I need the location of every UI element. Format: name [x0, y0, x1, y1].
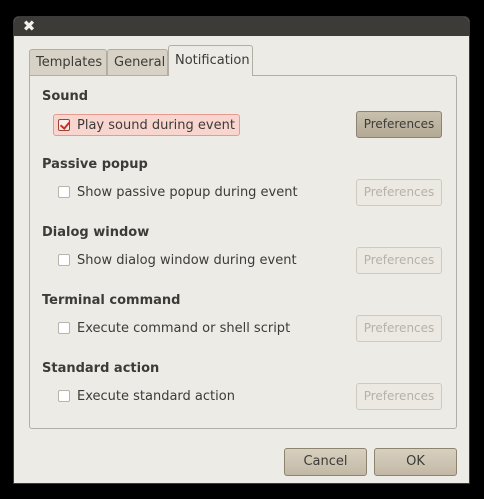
dialog-window-checkbox-row[interactable]: Show dialog window during event [58, 250, 297, 270]
terminal-command-checkbox-row[interactable]: Execute command or shell script [58, 318, 290, 338]
sound-preferences-button[interactable]: Preferences [356, 111, 442, 138]
standard-action-checkbox[interactable] [58, 390, 70, 402]
notification-dialog-window: ✖ Templates General Notification Sound P… [13, 16, 470, 484]
dialog-window-preferences-button[interactable]: Preferences [356, 247, 442, 274]
close-icon[interactable]: ✖ [21, 18, 37, 34]
dialog-window-label: Show dialog window during event [77, 252, 297, 268]
notification-panel: Sound Play sound during event Preference… [29, 75, 457, 429]
section-title-passive-popup: Passive popup [42, 157, 148, 172]
passive-popup-checkbox-row[interactable]: Show passive popup during event [58, 182, 298, 202]
tab-templates[interactable]: Templates [29, 49, 107, 75]
play-sound-checkbox[interactable] [58, 119, 70, 131]
terminal-command-label: Execute command or shell script [77, 320, 291, 336]
tab-notification[interactable]: Notification [168, 45, 253, 76]
passive-popup-label: Show passive popup during event [77, 184, 298, 200]
standard-action-label: Execute standard action [77, 388, 235, 404]
section-title-sound: Sound [42, 89, 89, 104]
passive-popup-preferences-button[interactable]: Preferences [356, 179, 442, 206]
ok-button[interactable]: OK [374, 448, 457, 476]
terminal-command-checkbox[interactable] [58, 322, 70, 334]
play-sound-label: Play sound during event [77, 117, 235, 133]
standard-action-preferences-button[interactable]: Preferences [356, 383, 442, 410]
terminal-command-preferences-button[interactable]: Preferences [356, 315, 442, 342]
passive-popup-checkbox[interactable] [58, 186, 70, 198]
section-title-standard-action: Standard action [42, 361, 160, 376]
section-title-dialog-window: Dialog window [42, 225, 150, 240]
section-title-terminal-command: Terminal command [42, 293, 181, 308]
standard-action-checkbox-row[interactable]: Execute standard action [58, 386, 235, 406]
tab-general[interactable]: General [107, 49, 168, 75]
title-bar: ✖ [14, 17, 469, 36]
play-sound-checkbox-row[interactable]: Play sound during event [53, 114, 240, 136]
cancel-button[interactable]: Cancel [284, 448, 367, 476]
dialog-window-checkbox[interactable] [58, 254, 70, 266]
